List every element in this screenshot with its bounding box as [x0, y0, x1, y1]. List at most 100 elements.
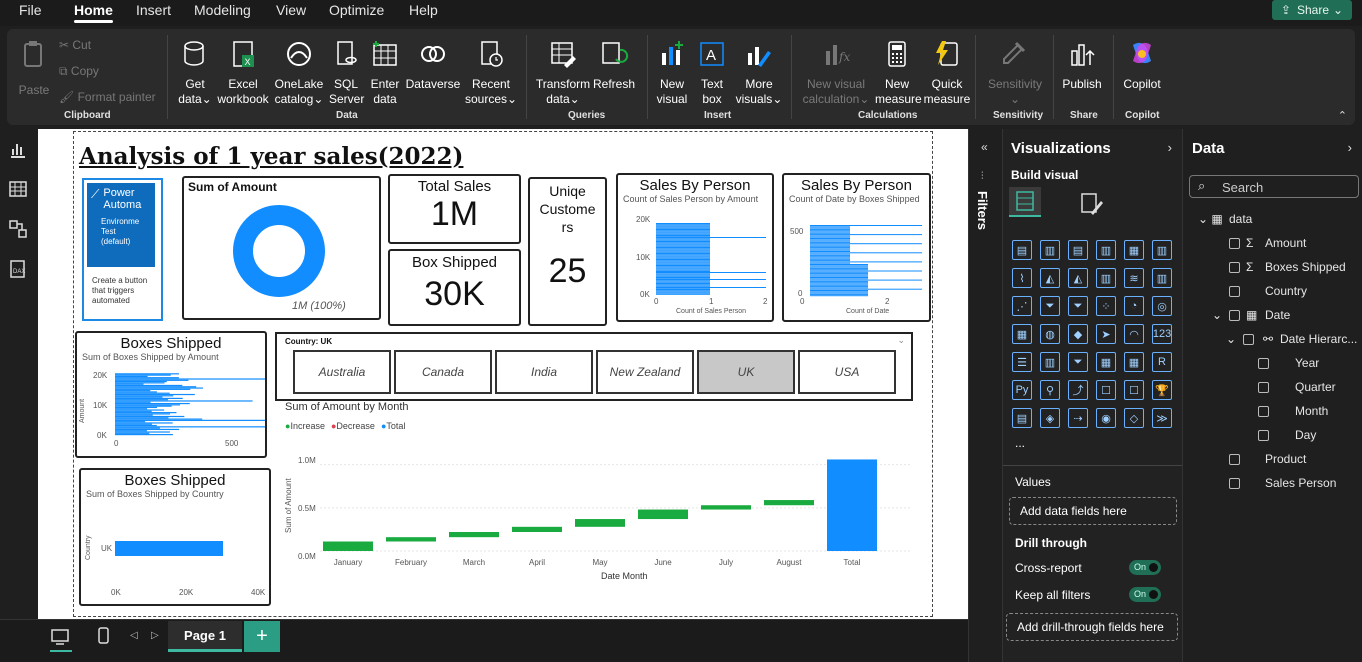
bar[interactable]: [656, 281, 710, 283]
bar[interactable]: [810, 287, 868, 289]
field-label[interactable]: Month: [1295, 404, 1328, 418]
bar[interactable]: [656, 257, 710, 259]
bar[interactable]: [656, 235, 710, 236]
bar[interactable]: [656, 241, 710, 242]
expand-icon[interactable]: ⌄: [1226, 332, 1236, 346]
bar[interactable]: [115, 406, 158, 409]
new-visual-calculation-button[interactable]: fx New visual calculation⌄: [799, 39, 873, 107]
menu-home[interactable]: Home: [74, 2, 113, 23]
slicer-option[interactable]: Australia: [293, 350, 391, 394]
bar[interactable]: [810, 252, 922, 254]
collapse-ribbon-icon[interactable]: ⌃: [1338, 109, 1347, 122]
r-visual-icon[interactable]: R: [1152, 352, 1172, 372]
waterfall-bar-april[interactable]: [512, 526, 562, 532]
bar[interactable]: [810, 277, 868, 278]
uk-bar[interactable]: [115, 541, 223, 556]
slicer-option[interactable]: USA: [798, 350, 896, 394]
quick-measure-button[interactable]: Quick measure: [923, 39, 971, 107]
bar[interactable]: [115, 391, 157, 393]
bar[interactable]: [115, 375, 148, 378]
bar[interactable]: [810, 238, 850, 239]
bar[interactable]: [810, 235, 850, 237]
chevron-down-icon[interactable]: ⌄: [897, 335, 905, 346]
bar[interactable]: [810, 273, 868, 275]
bar[interactable]: [115, 378, 265, 380]
menu-insert[interactable]: Insert: [136, 2, 171, 18]
copilot-button[interactable]: Copilot: [1119, 39, 1165, 92]
bar[interactable]: [810, 269, 868, 271]
bar[interactable]: [810, 282, 868, 284]
bar[interactable]: [656, 251, 710, 253]
bar[interactable]: [656, 230, 710, 232]
bar[interactable]: [810, 228, 850, 230]
bar[interactable]: [115, 392, 170, 394]
field-label[interactable]: Day: [1295, 428, 1316, 442]
bar[interactable]: [810, 247, 850, 249]
azure-map-icon[interactable]: ➤: [1096, 324, 1116, 344]
field-checkbox[interactable]: [1258, 430, 1269, 441]
slicer-icon[interactable]: ⏷: [1068, 352, 1088, 372]
boxes-shipped-chart-2[interactable]: Boxes Shipped Sum of Boxes Shipped by Co…: [79, 468, 271, 606]
field-checkbox[interactable]: [1258, 406, 1269, 417]
bar[interactable]: [810, 230, 850, 232]
area-icon[interactable]: ◭: [1040, 268, 1060, 288]
bar[interactable]: [656, 280, 710, 282]
bar[interactable]: [656, 255, 710, 257]
excel-workbook-button[interactable]: X Excel workbook: [215, 39, 271, 107]
field-checkbox[interactable]: [1258, 382, 1269, 393]
waterfall-bar-march[interactable]: [449, 532, 499, 538]
bar[interactable]: [656, 250, 710, 252]
slicer-option[interactable]: UK: [697, 350, 795, 394]
bar[interactable]: [810, 264, 868, 265]
mobile-layout-icon[interactable]: [96, 626, 112, 646]
bar[interactable]: [115, 428, 180, 431]
bar[interactable]: [656, 260, 710, 262]
bar[interactable]: [810, 265, 868, 267]
table-icon[interactable]: ▦: [1096, 352, 1116, 372]
slicer-option[interactable]: New Zealand: [596, 350, 694, 394]
bar[interactable]: [810, 293, 868, 295]
bar[interactable]: [656, 249, 710, 251]
field-label[interactable]: Sales Person: [1265, 476, 1336, 490]
bar[interactable]: [810, 225, 922, 226]
bar[interactable]: [115, 387, 204, 389]
bar[interactable]: [656, 277, 710, 278]
bar[interactable]: [656, 238, 710, 240]
bar[interactable]: [810, 256, 850, 258]
next-page-icon[interactable]: ▷: [151, 630, 159, 641]
build-visual-tab[interactable]: [1009, 187, 1041, 217]
chevron-icon[interactable]: ≫: [1152, 408, 1172, 428]
bar[interactable]: [810, 227, 850, 229]
bar[interactable]: [115, 379, 189, 381]
waterfall-bar-total[interactable]: [827, 459, 877, 551]
power-apps-icon[interactable]: ◈: [1040, 408, 1060, 428]
bar[interactable]: [810, 262, 850, 264]
transform-data-button[interactable]: Transform data⌄: [535, 39, 591, 107]
bar[interactable]: [656, 265, 710, 266]
bar[interactable]: [115, 386, 197, 388]
recent-sources-button[interactable]: Recent sources⌄: [465, 39, 517, 107]
sum-amount-donut-visual[interactable]: Sum of Amount 1M (100%): [182, 176, 381, 320]
new-measure-button[interactable]: New measure: [875, 39, 922, 107]
trophy-icon[interactable]: 🏆: [1152, 380, 1172, 400]
menu-modeling[interactable]: Modeling: [194, 2, 251, 18]
qa-icon[interactable]: ☐: [1096, 380, 1116, 400]
field-checkbox[interactable]: [1258, 358, 1269, 369]
publish-button[interactable]: Publish: [1059, 39, 1105, 92]
bar[interactable]: [810, 234, 922, 236]
bar[interactable]: [656, 266, 710, 268]
bar[interactable]: [656, 223, 710, 224]
funnel-icon[interactable]: ⏷: [1040, 296, 1060, 316]
bar[interactable]: [656, 242, 710, 244]
bar[interactable]: [115, 412, 177, 414]
bar[interactable]: [810, 257, 850, 259]
bar[interactable]: [656, 272, 766, 273]
sales-by-person-chart-2[interactable]: Sales By Person Count of Date by Boxes S…: [782, 173, 931, 322]
bar[interactable]: [115, 388, 191, 390]
bar[interactable]: [656, 229, 710, 230]
bar[interactable]: [810, 292, 868, 294]
bar[interactable]: [115, 414, 153, 416]
donut-slice[interactable]: [233, 205, 325, 297]
bar[interactable]: [656, 279, 766, 280]
field-checkbox[interactable]: [1229, 454, 1240, 465]
